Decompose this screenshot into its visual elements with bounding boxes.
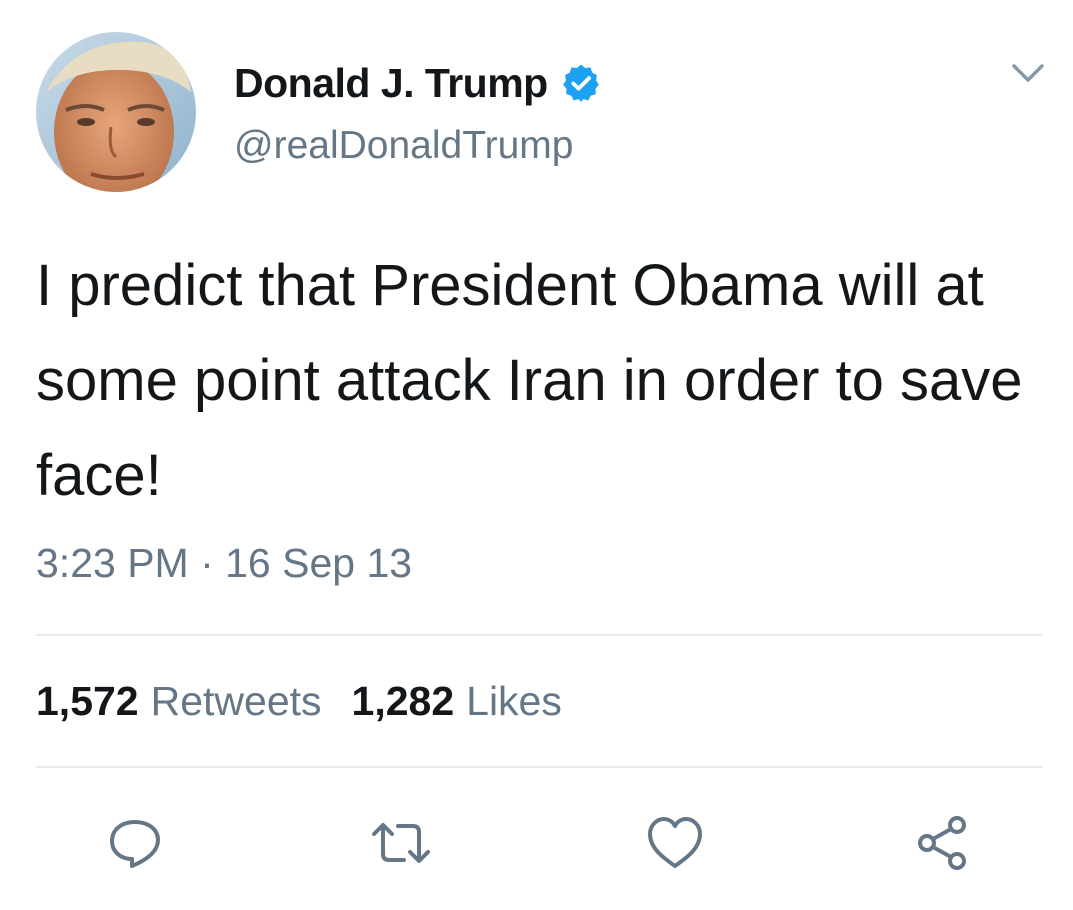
retweets-label: Retweets	[150, 678, 322, 724]
likes-count: 1,282	[351, 678, 455, 724]
retweets-stat[interactable]: 1,572 Retweets	[36, 678, 322, 725]
reply-button[interactable]	[104, 812, 166, 874]
like-button[interactable]	[644, 812, 706, 874]
speech-bubble-icon	[110, 820, 160, 868]
tweet-timestamp[interactable]: 3:23 PM · 16 Sep 13	[36, 540, 412, 587]
retweet-arrows-icon	[372, 823, 430, 863]
share-button[interactable]	[912, 812, 974, 874]
author-name-row[interactable]: Donald J. Trump	[234, 58, 602, 108]
divider	[36, 766, 1043, 768]
avatar[interactable]	[36, 32, 196, 192]
retweets-count: 1,572	[36, 678, 139, 724]
author-handle[interactable]: @realDonaldTrump	[234, 124, 573, 168]
tweet-text: I predict that President Obama will at s…	[36, 253, 1023, 508]
likes-stat[interactable]: 1,282 Likes	[352, 678, 562, 725]
divider	[36, 634, 1043, 636]
tweet-stats: 1,572 Retweets 1,282 Likes	[36, 678, 592, 725]
profile-photo-avatar	[36, 32, 196, 192]
heart-icon	[648, 817, 702, 868]
likes-label: Likes	[466, 678, 562, 724]
verified-badge-icon	[560, 62, 602, 104]
chevron-down-icon[interactable]	[1010, 60, 1046, 88]
author-display-name[interactable]: Donald J. Trump	[234, 60, 548, 107]
share-icon	[918, 816, 966, 870]
retweet-button[interactable]	[370, 812, 432, 874]
